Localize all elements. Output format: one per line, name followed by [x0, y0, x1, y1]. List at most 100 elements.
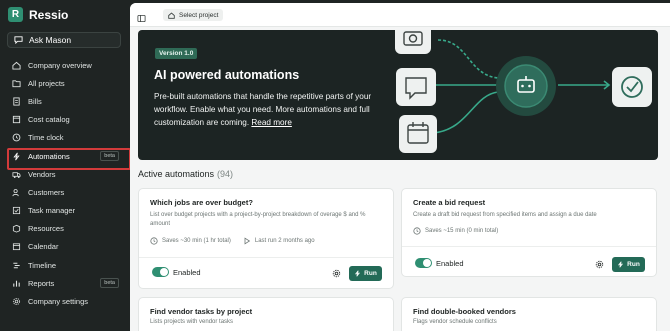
box-icon	[12, 224, 21, 233]
hero-title: AI powered automations	[154, 68, 300, 82]
sidebar-item-timeline[interactable]: Timeline	[7, 256, 127, 274]
clock-icon	[12, 133, 21, 142]
book-icon	[12, 115, 21, 124]
sidebar-item-bills[interactable]: Bills	[7, 92, 127, 110]
automation-card[interactable]: Which jobs are over budget? List over bu…	[138, 188, 394, 289]
sidebar-item-automations[interactable]: Automations beta	[7, 147, 131, 171]
clock-icon	[150, 237, 158, 245]
sidebar-item-label: All projects	[28, 78, 65, 88]
sidebar-item-label: Cost catalog	[28, 115, 70, 125]
automation-card[interactable]: Create a bid request Create a draft bid …	[401, 188, 657, 277]
select-project-button[interactable]: Select project	[163, 9, 224, 21]
run-button[interactable]: Run	[349, 266, 382, 281]
sidebar-item-cost-catalog[interactable]: Cost catalog	[7, 111, 127, 129]
hero-description: Pre-built automations that handle the re…	[154, 91, 392, 129]
sidebar-item-company-settings[interactable]: Company settings	[7, 292, 127, 310]
sidebar-item-time-clock[interactable]: Time clock	[7, 129, 127, 147]
ask-mason-button[interactable]: Ask Mason	[7, 32, 121, 48]
bot-icon	[496, 56, 556, 116]
sidebar-item-label: Company settings	[28, 297, 89, 307]
app-name: Ressio	[29, 7, 69, 22]
chart-icon	[12, 279, 21, 288]
sidebar-item-label: Resources	[28, 224, 64, 234]
check-icon	[612, 67, 652, 107]
card-title: Create a bid request	[413, 198, 486, 207]
home-icon	[12, 61, 21, 70]
beta-badge: beta	[100, 151, 119, 162]
sidebar-item-task-manager[interactable]: Task manager	[7, 202, 127, 220]
card-description: Flags vendor schedule conflicts	[413, 319, 497, 325]
calendar-icon	[399, 115, 437, 153]
sidebar-nav: Company overview All projects Bills Cost…	[7, 56, 131, 311]
enabled-label: Enabled	[436, 259, 464, 268]
select-project-label: Select project	[179, 11, 219, 19]
message-icon	[396, 68, 436, 106]
enabled-label: Enabled	[173, 268, 201, 277]
settings-gear-icon[interactable]	[595, 260, 604, 269]
card-title: Find double-booked vendors	[413, 307, 516, 316]
sidebar-item-label: Vendors	[28, 169, 56, 179]
card-title: Find vendor tasks by project	[150, 307, 253, 316]
settings-gear-icon[interactable]	[332, 269, 341, 278]
sidebar-item-customers[interactable]: Customers	[7, 183, 127, 201]
calendar-icon	[12, 242, 21, 251]
clock-icon	[413, 227, 421, 235]
saves-text: Saves ~30 min (1 hr total)	[162, 238, 231, 244]
enabled-toggle[interactable]	[152, 267, 169, 277]
card-description: List over budget projects with a project…	[150, 212, 366, 227]
card-meta: Saves ~30 min (1 hr total) Last run 2 mo…	[150, 237, 327, 245]
gear-icon	[12, 297, 21, 306]
checklist-icon	[12, 206, 21, 215]
sidebar: R Ressio Ask Mason Company overview All …	[0, 0, 131, 331]
camera-icon	[395, 30, 431, 54]
last-run-text: Last run 2 months ago	[254, 238, 315, 244]
receipt-icon	[12, 97, 21, 106]
sidebar-item-resources[interactable]: Resources	[7, 220, 127, 238]
users-icon	[12, 188, 21, 197]
card-meta: Saves ~15 min (0 min total)	[413, 227, 510, 235]
sidebar-item-all-projects[interactable]: All projects	[7, 74, 127, 92]
project-icon	[168, 11, 175, 19]
card-description: Lists projects with vendor tasks	[150, 319, 234, 325]
read-more-link[interactable]: Read more	[251, 118, 292, 127]
sidebar-item-calendar[interactable]: Calendar	[7, 238, 127, 256]
bolt-icon	[12, 152, 21, 161]
sidebar-item-label: Task manager	[28, 206, 76, 216]
sidebar-item-company-overview[interactable]: Company overview	[7, 56, 127, 74]
sidebar-item-vendors[interactable]: Vendors	[7, 165, 127, 183]
version-badge: Version 1.0	[155, 48, 198, 59]
beta-badge: beta	[100, 278, 119, 289]
sidebar-item-reports[interactable]: Reports beta	[7, 274, 127, 292]
last-run-info: Last run 2 months ago	[243, 237, 315, 245]
card-title: Which jobs are over budget?	[150, 198, 253, 207]
sidebar-item-label: Calendar	[28, 242, 59, 252]
ressio-logo-icon: R	[8, 7, 23, 22]
run-label: Run	[627, 261, 640, 268]
run-button[interactable]: Run	[612, 257, 645, 272]
toggle-sidebar-icon[interactable]	[137, 10, 146, 23]
sidebar-item-label: Company overview	[28, 60, 92, 70]
sidebar-item-label: Bills	[28, 96, 42, 106]
sidebar-item-label: Time clock	[28, 133, 64, 143]
bolt-icon	[618, 261, 624, 268]
main-content: Select project Version 1.0 AI powered au…	[130, 3, 670, 331]
topbar: Select project	[130, 3, 670, 27]
enabled-toggle[interactable]	[415, 258, 432, 268]
truck-icon	[12, 170, 21, 179]
saves-info: Saves ~30 min (1 hr total)	[150, 237, 231, 245]
bolt-icon	[355, 270, 361, 277]
automation-card[interactable]: Find vendor tasks by project Lists proje…	[138, 297, 394, 331]
hero-banner: Version 1.0 AI powered automations Pre-b…	[138, 30, 658, 160]
folder-icon	[12, 79, 21, 88]
automation-card[interactable]: Find double-booked vendors Flags vendor …	[401, 297, 657, 331]
sidebar-item-label: Timeline	[28, 260, 57, 270]
run-label: Run	[364, 270, 377, 277]
automation-count: (94)	[217, 169, 234, 179]
timeline-icon	[12, 261, 21, 270]
play-icon	[244, 237, 251, 245]
sidebar-item-label: Automations	[28, 151, 70, 161]
sidebar-item-label: Customers	[28, 187, 65, 197]
section-title: Active automations (94)	[138, 169, 233, 179]
brand[interactable]: R Ressio	[8, 7, 68, 22]
chat-icon	[14, 31, 23, 49]
